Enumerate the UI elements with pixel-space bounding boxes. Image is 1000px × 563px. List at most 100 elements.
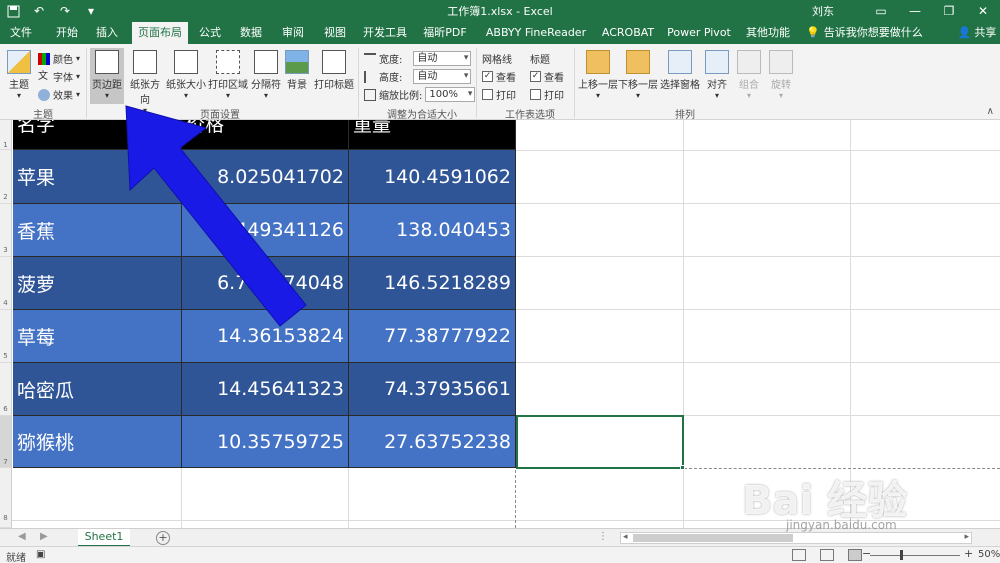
theme-fonts-button[interactable]: 文 字体 ▾ [38,68,80,85]
zoom-out-icon[interactable]: − [862,547,871,560]
restore-icon[interactable]: ❐ [932,0,966,22]
tab-review[interactable]: 审阅 [276,22,310,44]
width-dropdown[interactable]: 自动 [413,51,472,66]
tab-formulas[interactable]: 公式 [194,22,226,44]
group-button[interactable]: 组合 ▾ [736,48,762,100]
row-header[interactable]: 3 [0,204,12,257]
tab-developer[interactable]: 开发工具 [360,22,410,44]
row-header[interactable]: 5 [0,310,12,363]
table-cell-weight[interactable]: 146.5218289 [349,257,516,310]
zoom-level[interactable]: 50% [978,549,1000,560]
table-cell-price[interactable]: 14.36153824 [182,310,349,363]
add-sheet-icon[interactable]: + [156,531,170,545]
more-options-icon[interactable]: ⋮ [598,531,608,542]
tab-abbyy[interactable]: ABBYY FineReader 12 [480,22,592,61]
height-dropdown[interactable]: 自动 [413,69,472,84]
table-cell-name[interactable]: 菠萝 [13,257,182,310]
align-button[interactable]: 对齐 ▾ [704,48,730,100]
row-header[interactable]: 7 [0,416,12,468]
row-header[interactable]: 8 [0,468,12,528]
selection-pane-button[interactable]: 选择窗格 [660,48,700,91]
table-cell-name[interactable]: 草莓 [13,310,182,363]
table-cell-weight[interactable]: 27.63752238 [349,416,516,468]
next-sheet-icon[interactable]: ▶ [40,531,48,542]
table-cell-price[interactable]: 14.45641323 [182,363,349,416]
table-cell-name[interactable]: 苹果 [13,150,182,204]
orientation-button[interactable]: 纸张方向 ▾ [126,48,164,115]
print-area-button[interactable]: 打印区域 ▾ [208,48,248,100]
table-cell-weight[interactable]: 74.37935661 [349,363,516,416]
zoom-slider-thumb[interactable] [900,550,903,560]
gridline [348,468,349,528]
scrollbar-thumb[interactable] [633,534,793,542]
minimize-icon[interactable]: — [898,0,932,22]
print-titles-button[interactable]: 打印标题 [314,48,354,91]
sheet-tab-sheet1[interactable]: Sheet1 [78,529,130,547]
table-cell-weight[interactable]: 77.38777922 [349,310,516,363]
page-break-view-icon[interactable] [848,549,862,561]
zoom-in-icon[interactable]: + [964,547,973,560]
row-header[interactable]: 4 [0,257,12,310]
user-name[interactable]: 刘东 [812,3,834,19]
ribbon-display-icon[interactable]: ▭ [864,0,898,22]
normal-view-icon[interactable] [792,549,806,561]
table-cell-name[interactable]: 香蕉 [13,204,182,257]
fill-handle[interactable] [680,465,685,470]
background-button[interactable]: 背景 [284,48,310,91]
table-cell-price[interactable]: 8.025041702 [182,150,349,204]
row-header[interactable]: 2 [0,150,12,204]
worksheet-grid[interactable]: 1 2 3 4 5 6 7 8 名字 价格 重量 苹果 8.025041702 … [0,120,1000,528]
theme-colors-button[interactable]: 颜色 ▾ [38,50,80,67]
headings-view-checkbox[interactable]: ✓ 查看 [530,68,564,85]
table-cell-price[interactable]: 6.704974048 [182,257,349,310]
tab-acrobat[interactable]: ACROBAT [598,22,658,44]
scroll-left-icon[interactable]: ◂ [623,532,628,542]
page-layout-view-icon[interactable] [820,549,834,561]
background-label: 背景 [287,80,307,91]
row-header[interactable]: 6 [0,363,12,416]
breaks-label: 分隔符 [251,80,281,91]
zoom-slider[interactable] [870,555,960,556]
tab-other[interactable]: 其他功能 [740,22,796,44]
scroll-right-icon[interactable]: ▸ [964,532,969,542]
headings-print-checkbox[interactable]: 打印 [530,86,564,103]
theme-effects-button[interactable]: 效果 ▾ [38,86,80,103]
share-button[interactable]: 👤 共享 [954,22,1000,44]
tab-home[interactable]: 开始 [50,22,84,44]
tab-insert[interactable]: 插入 [90,22,124,44]
table-header-cell[interactable]: 价格 [182,120,349,150]
prev-sheet-icon[interactable]: ◀ [18,531,26,542]
tell-me-box[interactable]: 💡 告诉我你想要做什么 [806,22,923,44]
bring-forward-button[interactable]: 上移一层 ▾ [578,48,618,100]
send-backward-button[interactable]: 下移一层 ▾ [618,48,658,100]
active-cell-selection[interactable] [516,415,684,469]
tab-foxit-pdf[interactable]: 福昕PDF [418,22,472,44]
tab-page-layout[interactable]: 页面布局 [132,22,188,44]
table-cell-name[interactable]: 哈密瓜 [13,363,182,416]
scale-spinner[interactable]: 100% [425,87,476,102]
horizontal-scrollbar[interactable]: ◂ ▸ [620,532,972,544]
gridlines-view-checkbox[interactable]: ✓ 查看 [482,68,516,85]
table-cell-price[interactable]: 10.35759725 [182,416,349,468]
themes-button[interactable]: 主题 ▾ [4,48,34,100]
margins-button[interactable]: 页边距 ▾ [90,48,124,104]
table-header-cell[interactable]: 名字 [13,120,182,150]
tab-power-pivot[interactable]: Power Pivot [666,22,732,44]
table-cell-price[interactable]: 0.449341126 [182,204,349,257]
table-cell-weight[interactable]: 140.4591062 [349,150,516,204]
gridlines-print-checkbox[interactable]: 打印 [482,86,516,103]
row-header[interactable]: 1 [0,120,12,150]
table-cell-name[interactable]: 猕猴桃 [13,416,182,468]
table-header-cell[interactable]: 重量 [349,120,516,150]
macro-record-icon[interactable]: ▣ [36,549,45,560]
tab-file[interactable]: 文件 [4,22,38,44]
tab-data[interactable]: 数据 [234,22,268,44]
close-icon[interactable]: ✕ [966,0,1000,22]
collapse-ribbon-icon[interactable]: ∧ [987,106,994,117]
tab-view[interactable]: 视图 [318,22,352,44]
ribbon-tab-bar: 文件 开始 插入 页面布局 公式 数据 审阅 视图 开发工具 福昕PDF ABB… [0,22,1000,61]
breaks-button[interactable]: 分隔符 ▾ [250,48,282,100]
rotate-button[interactable]: 旋转 ▾ [768,48,794,100]
size-button[interactable]: 纸张大小 ▾ [166,48,206,100]
table-cell-weight[interactable]: 138.040453 [349,204,516,257]
